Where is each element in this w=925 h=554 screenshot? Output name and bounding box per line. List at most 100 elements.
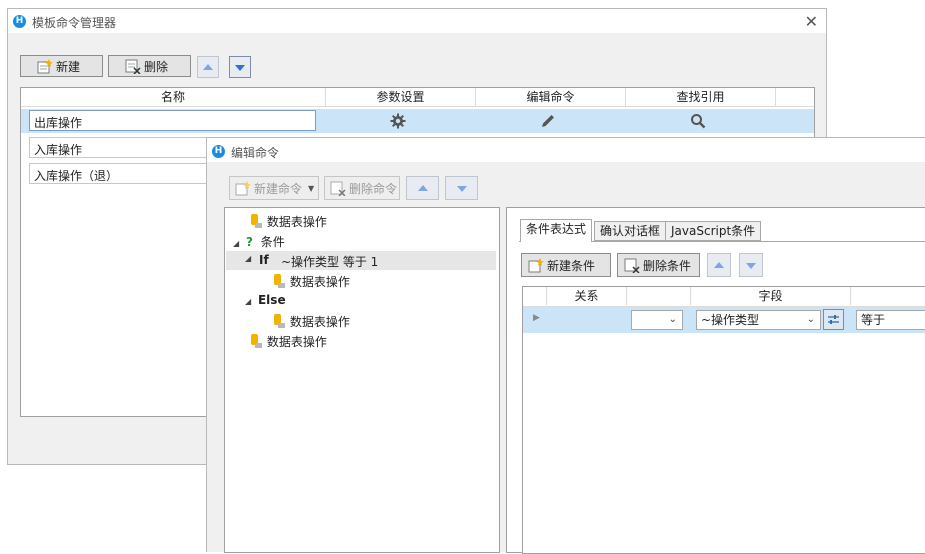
- delete-command-label: 删除命令: [349, 181, 398, 196]
- delete-document-icon: [624, 258, 640, 274]
- new-condition-button[interactable]: 新建条件: [521, 253, 611, 277]
- app-logo-icon: H: [212, 145, 225, 158]
- new-document-icon: [235, 180, 251, 196]
- database-icon: [249, 213, 263, 232]
- arrow-up-icon: [714, 262, 724, 268]
- tab-confirm-dialog[interactable]: 确认对话框: [594, 221, 667, 241]
- tree-node[interactable]: 数据表操作: [249, 333, 327, 352]
- column-header-relation[interactable]: 关系: [547, 287, 627, 305]
- field-settings-button[interactable]: [823, 309, 844, 330]
- tree-node[interactable]: ◢ ? 条件: [233, 233, 285, 250]
- tree-node[interactable]: 数据表操作: [272, 273, 350, 292]
- new-command-button[interactable]: 新建命令 ▼: [229, 176, 319, 200]
- new-button-label: 新建: [56, 59, 81, 74]
- chevron-down-icon: ⌄: [668, 314, 677, 325]
- close-icon[interactable]: ✕: [805, 12, 818, 31]
- arrow-up-icon: [418, 185, 428, 191]
- move-up-button[interactable]: [406, 176, 439, 200]
- new-document-icon: [37, 58, 53, 74]
- row-indicator-header: [523, 287, 547, 305]
- tree-node-label: 数据表操作: [266, 215, 327, 229]
- tree-node-label: 数据表操作: [266, 335, 327, 349]
- arrow-up-icon: [203, 64, 213, 70]
- table-row[interactable]: 入库操作: [29, 137, 219, 158]
- column-header-operator[interactable]: 操: [851, 287, 925, 305]
- chevron-down-icon: ⌄: [806, 314, 815, 325]
- column-header-spacer: [627, 287, 691, 305]
- delete-document-icon: [125, 59, 141, 75]
- move-down-button[interactable]: [445, 176, 478, 200]
- else-keyword: Else: [257, 293, 286, 307]
- relation-dropdown[interactable]: ⌄: [631, 310, 683, 330]
- tree-node-label: 数据表操作: [289, 315, 350, 329]
- tree-node-if[interactable]: ◢ If ~操作类型 等于 1: [226, 251, 496, 270]
- database-icon: [272, 273, 286, 292]
- move-down-button[interactable]: [229, 56, 251, 78]
- table-row[interactable]: 入库操作（退）: [29, 163, 219, 184]
- tree-node-label: 条件: [260, 235, 285, 249]
- row-name: 出库操作: [34, 116, 83, 130]
- operator-value: 等于: [861, 313, 886, 327]
- column-header-params[interactable]: 参数设置: [326, 88, 476, 106]
- condition-move-down-button[interactable]: [739, 253, 763, 277]
- command-tree: 数据表操作 ◢ ? 条件 ◢ If ~操作类型 等于 1 数据表操作 ◢ Els…: [224, 207, 500, 553]
- delete-button-label: 删除: [144, 59, 169, 74]
- field-value: ~操作类型: [701, 313, 760, 327]
- row-pointer-icon: ▶: [533, 313, 540, 323]
- tree-node-label: 数据表操作: [289, 275, 350, 289]
- new-document-icon: [528, 257, 544, 273]
- delete-document-icon: [330, 181, 346, 197]
- sliders-icon: [827, 313, 840, 329]
- column-header-find[interactable]: 查找引用: [626, 88, 776, 106]
- collapse-arrow-icon[interactable]: ◢: [245, 254, 251, 263]
- new-command-label: 新建命令: [254, 181, 303, 196]
- delete-command-button[interactable]: 删除命令: [324, 176, 400, 200]
- table-header: 名称 参数设置 编辑命令 查找引用: [21, 88, 814, 107]
- row-name: 入库操作: [34, 143, 83, 157]
- window-title: 模板命令管理器: [32, 16, 117, 30]
- arrow-down-icon: [457, 186, 467, 192]
- delete-button[interactable]: 删除: [108, 55, 191, 77]
- column-header-name[interactable]: 名称: [21, 88, 326, 106]
- tree-node[interactable]: 数据表操作: [249, 213, 327, 232]
- question-icon: ?: [245, 235, 253, 249]
- column-header-edit[interactable]: 编辑命令: [476, 88, 626, 106]
- database-icon: [272, 313, 286, 332]
- new-condition-label: 新建条件: [547, 258, 596, 273]
- tree-node-else[interactable]: ◢ Else: [245, 293, 286, 307]
- title-bar: H 模板命令管理器 ✕: [8, 9, 826, 33]
- move-up-button[interactable]: [197, 56, 219, 78]
- collapse-arrow-icon[interactable]: ◢: [233, 239, 239, 248]
- app-logo-icon: H: [13, 15, 26, 28]
- condition-move-up-button[interactable]: [707, 253, 731, 277]
- row-name: 入库操作（退）: [34, 169, 119, 183]
- column-header-field[interactable]: 字段: [691, 287, 851, 305]
- delete-condition-label: 删除条件: [643, 258, 692, 273]
- pencil-icon[interactable]: [540, 113, 556, 132]
- edit-command-window: H 编辑命令 新建命令 ▼ 删除命令 数据表操作 ◢ ? 条件 ◢ If ~操作…: [206, 137, 925, 554]
- tab-javascript-condition[interactable]: JavaScript条件: [665, 221, 762, 241]
- delete-condition-button[interactable]: 删除条件: [617, 253, 700, 277]
- field-dropdown[interactable]: ~操作类型 ⌄: [696, 310, 821, 330]
- condition-table-header: 关系 字段 操: [523, 287, 925, 307]
- database-icon: [249, 333, 263, 352]
- table-row[interactable]: ▶ ⌄ ~操作类型 ⌄ 等于: [523, 307, 925, 333]
- search-icon[interactable]: [690, 113, 706, 132]
- tab-condition-expression[interactable]: 条件表达式: [520, 219, 593, 242]
- tree-node[interactable]: 数据表操作: [272, 313, 350, 332]
- condition-panel: 条件表达式 确认对话框 JavaScript条件 新建条件 删除条件 关系 字段…: [506, 207, 925, 554]
- window-title: 编辑命令: [231, 146, 280, 160]
- table-row[interactable]: 出库操作: [21, 109, 814, 133]
- gear-icon[interactable]: [390, 113, 406, 132]
- dropdown-arrow-icon[interactable]: ▼: [308, 184, 314, 193]
- title-bar: H 编辑命令: [207, 138, 925, 162]
- arrow-down-icon: [235, 65, 245, 71]
- arrow-down-icon: [746, 263, 756, 269]
- operator-dropdown[interactable]: 等于: [856, 310, 925, 330]
- if-expression: ~操作类型 等于 1: [281, 255, 379, 269]
- collapse-arrow-icon[interactable]: ◢: [245, 297, 251, 306]
- row-name-cell[interactable]: 出库操作: [29, 110, 316, 131]
- condition-table: 关系 字段 操 ▶ ⌄ ~操作类型 ⌄: [522, 286, 925, 554]
- new-button[interactable]: 新建: [20, 55, 103, 77]
- if-keyword: If: [259, 253, 269, 267]
